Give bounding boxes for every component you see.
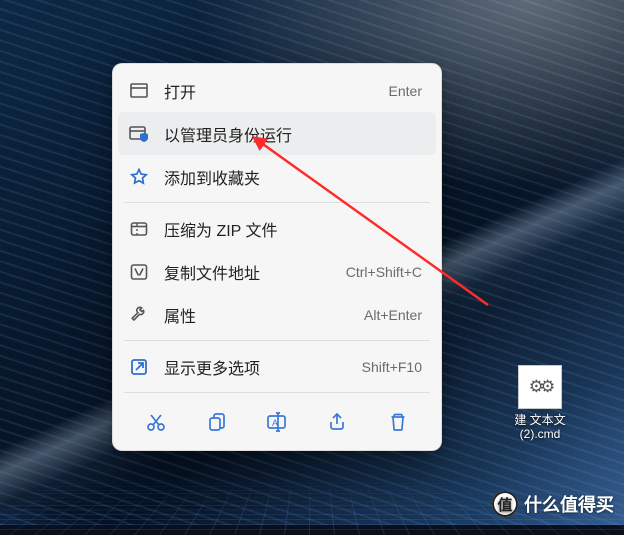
star-icon (128, 166, 150, 188)
menu-label: 打开 (164, 79, 389, 103)
menu-label: 添加到收藏夹 (164, 165, 422, 189)
copy-path-icon (128, 261, 150, 283)
menu-shortcut: Ctrl+Shift+C (346, 264, 422, 280)
expand-icon (128, 356, 150, 378)
separator (124, 392, 430, 393)
menu-copy-path[interactable]: 复制文件地址 Ctrl+Shift+C (118, 250, 436, 293)
rename-button[interactable]: A (258, 403, 296, 441)
watermark-text: 什么值得买 (524, 491, 614, 517)
copy-button[interactable] (198, 403, 236, 441)
menu-compress-zip[interactable]: 压缩为 ZIP 文件 (118, 207, 436, 250)
zip-icon (128, 218, 150, 240)
menu-run-as-admin[interactable]: 以管理员身份运行 (118, 112, 436, 155)
watermark-badge-icon: 值 (492, 491, 518, 517)
menu-shortcut: Alt+Enter (364, 307, 422, 323)
context-menu: 打开 Enter 以管理员身份运行 添加到收藏夹 压缩为 ZIP 文件 复制文件… (112, 63, 442, 451)
action-toolbar: A (118, 397, 436, 445)
menu-label: 显示更多选项 (164, 355, 362, 379)
wrench-icon (128, 304, 150, 326)
menu-open[interactable]: 打开 Enter (118, 69, 436, 112)
menu-properties[interactable]: 属性 Alt+Enter (118, 293, 436, 336)
menu-show-more[interactable]: 显示更多选项 Shift+F10 (118, 345, 436, 388)
separator (124, 340, 430, 341)
menu-add-favorite[interactable]: 添加到收藏夹 (118, 155, 436, 198)
menu-label: 属性 (164, 303, 364, 327)
svg-text:A: A (272, 418, 278, 428)
delete-button[interactable] (379, 403, 417, 441)
watermark: 值 什么值得买 (492, 491, 614, 517)
menu-label: 复制文件地址 (164, 260, 346, 284)
file-icon (518, 365, 562, 409)
separator (124, 202, 430, 203)
menu-label: 压缩为 ZIP 文件 (164, 217, 422, 241)
desktop-file[interactable]: 建 文本文 (2).cmd (509, 365, 571, 442)
menu-label: 以管理员身份运行 (164, 122, 422, 146)
file-name: 建 文本文 (2).cmd (509, 414, 571, 442)
window-icon (128, 80, 150, 102)
share-button[interactable] (318, 403, 356, 441)
menu-shortcut: Shift+F10 (362, 359, 422, 375)
cut-button[interactable] (137, 403, 175, 441)
shield-admin-icon (128, 123, 150, 145)
menu-shortcut: Enter (389, 83, 422, 99)
